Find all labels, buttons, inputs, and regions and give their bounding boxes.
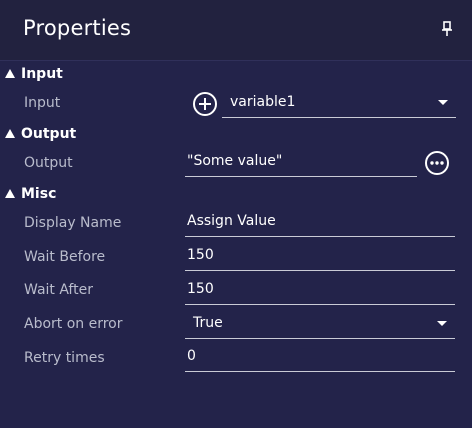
panel-title: Properties	[23, 16, 132, 40]
section-input: Input	[0, 64, 472, 86]
retry-times-label: Retry times	[24, 350, 105, 366]
retry-times-field[interactable]: 0	[185, 343, 455, 372]
output-value: "Some value"	[187, 153, 283, 169]
plus-circle-icon[interactable]	[192, 91, 218, 117]
wait-before-field[interactable]: 150	[185, 242, 455, 271]
collapse-triangle-icon[interactable]	[5, 69, 15, 78]
collapse-triangle-icon[interactable]	[5, 189, 15, 198]
panel-header: Properties	[0, 0, 472, 61]
section-input-title: Input	[21, 66, 63, 82]
properties-panel: Properties Input Input variable1 Output …	[0, 0, 472, 428]
section-misc-title: Misc	[21, 186, 57, 202]
wait-after-label: Wait After	[24, 282, 93, 298]
pin-icon[interactable]	[440, 20, 454, 38]
wait-after-field[interactable]: 150	[185, 276, 455, 305]
input-row-label: Input	[24, 95, 61, 111]
input-variable-value: variable1	[230, 94, 296, 110]
abort-on-error-value: True	[193, 315, 223, 331]
wait-after-value: 150	[187, 281, 214, 297]
abort-on-error-dropdown[interactable]: True	[185, 310, 455, 339]
display-name-field[interactable]: Assign Value	[185, 208, 455, 237]
chevron-down-icon	[438, 100, 448, 105]
section-output-title: Output	[21, 126, 77, 142]
ellipsis-circle-icon[interactable]	[424, 150, 450, 176]
display-name-value: Assign Value	[187, 213, 276, 229]
chevron-down-icon	[437, 321, 447, 326]
abort-on-error-label: Abort on error	[24, 316, 123, 332]
collapse-triangle-icon[interactable]	[5, 129, 15, 138]
wait-before-value: 150	[187, 247, 214, 263]
section-output: Output	[0, 124, 472, 146]
retry-times-value: 0	[187, 348, 196, 364]
wait-before-label: Wait Before	[24, 249, 106, 265]
input-variable-dropdown[interactable]: variable1	[222, 89, 456, 118]
display-name-label: Display Name	[24, 215, 122, 231]
output-value-field[interactable]: "Some value"	[185, 148, 417, 177]
output-row-label: Output	[24, 155, 73, 171]
section-misc: Misc	[0, 184, 472, 206]
